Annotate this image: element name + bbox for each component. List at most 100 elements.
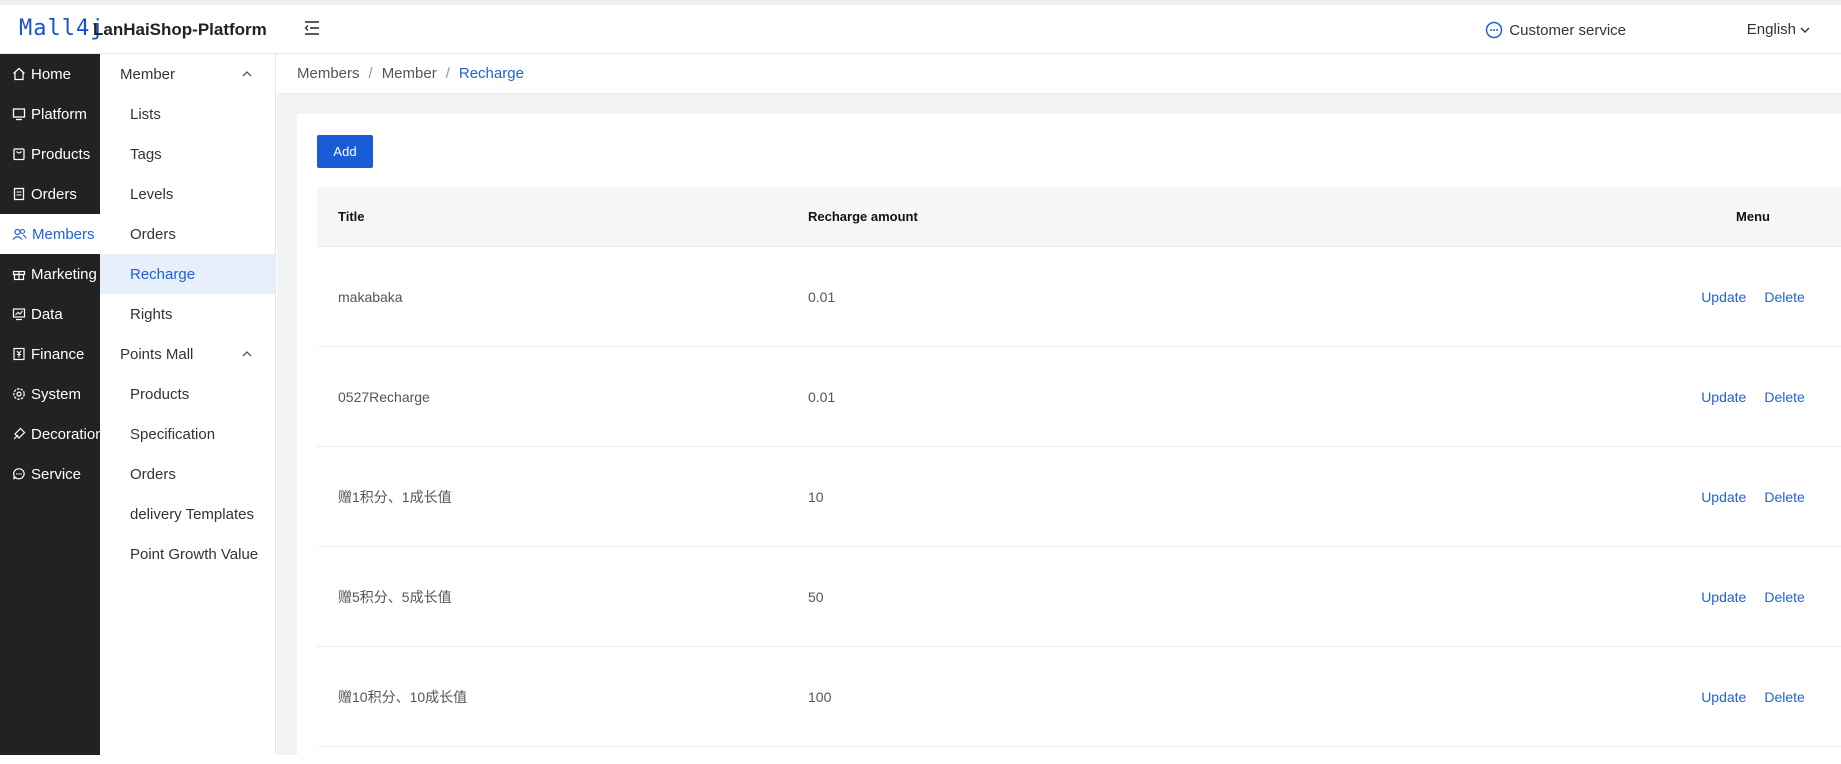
top-bar: Mall4j LanHaiShop-Platform Customer serv… xyxy=(0,0,1841,54)
update-link[interactable]: Update xyxy=(1701,589,1746,605)
gift-icon xyxy=(12,270,26,281)
update-link[interactable]: Update xyxy=(1701,389,1746,405)
sidebar-item-label: Products xyxy=(31,145,91,163)
sidebar-item-marketing[interactable]: Marketing xyxy=(0,254,100,294)
platform-name: LanHaiShop-Platform xyxy=(93,20,267,39)
chart-board-icon xyxy=(12,308,26,321)
table-row: 赠5积分、5成长值 50 Update Delete xyxy=(317,547,1841,647)
delete-link[interactable]: Delete xyxy=(1764,689,1804,705)
users-icon xyxy=(12,228,27,240)
language-select[interactable]: English xyxy=(1747,21,1811,38)
submenu-group-points-mall[interactable]: Points Mall xyxy=(100,334,275,374)
breadcrumb-separator: / xyxy=(368,65,373,82)
delete-link[interactable]: Delete xyxy=(1764,289,1804,305)
sidebar-item-label: Decoration xyxy=(31,425,104,443)
column-header-title: Title xyxy=(338,209,365,224)
update-link[interactable]: Update xyxy=(1701,489,1746,505)
submenu-item-tags[interactable]: Tags xyxy=(100,134,275,174)
submenu-group-member[interactable]: Member xyxy=(100,54,275,94)
cell-menu: Update Delete xyxy=(1665,689,1841,705)
collapse-menu-icon[interactable] xyxy=(302,18,322,38)
column-header-amount: Recharge amount xyxy=(808,209,918,224)
customer-service-label: Customer service xyxy=(1509,21,1626,39)
sidebar-item-label: Home xyxy=(31,65,72,83)
submenu-item-lists[interactable]: Lists xyxy=(100,94,275,134)
update-link[interactable]: Update xyxy=(1701,289,1746,305)
add-button[interactable]: Add xyxy=(317,135,373,168)
sidebar-item-orders[interactable]: Orders xyxy=(0,174,100,214)
sidebar-item-home[interactable]: Home xyxy=(0,54,100,94)
finance-icon xyxy=(13,347,25,361)
submenu-group-label: Points Mall xyxy=(120,345,194,363)
table-row: 赠1积分、1成长值 10 Update Delete xyxy=(317,447,1841,547)
home-icon xyxy=(13,67,25,81)
cell-menu: Update Delete xyxy=(1665,289,1841,305)
submenu-item-points-orders[interactable]: Orders xyxy=(100,454,275,494)
sidebar-item-label: Data xyxy=(31,305,63,323)
update-link[interactable]: Update xyxy=(1701,689,1746,705)
breadcrumb-separator: / xyxy=(445,65,450,82)
sidebar-item-system[interactable]: System xyxy=(0,374,100,414)
sidebar-item-products[interactable]: Products xyxy=(0,134,100,174)
breadcrumb-current: Recharge xyxy=(458,65,524,82)
brush-icon xyxy=(13,427,26,440)
recharge-table: Title Recharge amount Menu makabaka 0.01… xyxy=(317,187,1841,747)
submenu-item-points-products[interactable]: Products xyxy=(100,374,275,414)
submenu-item-recharge[interactable]: Recharge xyxy=(100,254,275,294)
submenu-group-label: Member xyxy=(120,65,176,83)
chat-icon xyxy=(13,468,25,480)
cell-title: 赠10积分、10成长值 xyxy=(338,688,468,705)
sidebar-item-platform[interactable]: Platform xyxy=(0,94,100,134)
table-header: Title Recharge amount Menu xyxy=(317,187,1841,247)
sidebar-item-decoration[interactable]: Decoration xyxy=(0,414,104,454)
cell-amount: 100 xyxy=(808,688,832,705)
primary-sidebar: Home Platform Products Orders Members Ma… xyxy=(0,54,104,755)
breadcrumb-item[interactable]: Members xyxy=(297,65,360,82)
submenu-item-specification[interactable]: Specification xyxy=(100,414,275,454)
sidebar-item-label: Platform xyxy=(31,105,87,123)
sidebar-item-label: Members xyxy=(32,225,95,243)
cell-amount: 10 xyxy=(808,488,824,505)
cell-menu: Update Delete xyxy=(1665,589,1841,605)
sidebar-item-members[interactable]: Members xyxy=(0,214,100,254)
table-row: 0527Recharge 0.01 Update Delete xyxy=(317,347,1841,447)
cell-title: 赠5积分、5成长值 xyxy=(338,588,452,605)
gear-icon xyxy=(13,388,25,400)
sidebar-item-label: Finance xyxy=(31,345,85,363)
content-panel: Add Title Recharge amount Menu makabaka … xyxy=(297,114,1841,764)
submenu-item-delivery-templates[interactable]: delivery Templates xyxy=(100,494,275,534)
chevron-up-icon xyxy=(242,351,252,357)
submenu-item-levels[interactable]: Levels xyxy=(100,174,275,214)
chevron-down-icon xyxy=(1800,27,1810,33)
submenu-item-point-growth-value[interactable]: Point Growth Value xyxy=(100,534,275,574)
table-row: makabaka 0.01 Update Delete xyxy=(317,247,1841,347)
sidebar-item-service[interactable]: Service xyxy=(0,454,100,494)
table-row: 赠10积分、10成长值 100 Update Delete xyxy=(317,647,1841,747)
breadcrumb: Members / Member / Recharge xyxy=(277,54,1841,94)
cell-title: makabaka xyxy=(338,288,403,305)
sidebar-item-finance[interactable]: Finance xyxy=(0,334,100,374)
chevron-up-icon xyxy=(242,71,252,77)
column-header-menu: Menu xyxy=(1736,209,1770,224)
cell-menu: Update Delete xyxy=(1665,489,1841,505)
breadcrumb-item[interactable]: Member xyxy=(382,65,437,82)
submenu-item-rights[interactable]: Rights xyxy=(100,294,275,334)
monitor-icon xyxy=(12,108,26,121)
delete-link[interactable]: Delete xyxy=(1764,589,1804,605)
bag-icon xyxy=(13,148,25,161)
cell-amount: 0.01 xyxy=(808,388,836,405)
cell-title: 赠1积分、1成长值 xyxy=(338,488,452,505)
submenu-item-orders[interactable]: Orders xyxy=(100,214,275,254)
secondary-sidebar: Member Lists Tags Levels Orders Recharge… xyxy=(100,54,276,755)
chat-bubble-icon xyxy=(1486,21,1503,39)
document-icon xyxy=(13,187,25,201)
sidebar-item-label: Service xyxy=(31,465,82,483)
logo[interactable]: Mall4j xyxy=(19,16,104,41)
sidebar-item-data[interactable]: Data xyxy=(0,294,100,334)
cell-title: 0527Recharge xyxy=(338,388,430,405)
delete-link[interactable]: Delete xyxy=(1764,489,1804,505)
delete-link[interactable]: Delete xyxy=(1764,389,1804,405)
language-label: English xyxy=(1746,21,1796,38)
cell-amount: 0.01 xyxy=(808,288,836,305)
customer-service-link[interactable]: Customer service xyxy=(1485,21,1626,39)
